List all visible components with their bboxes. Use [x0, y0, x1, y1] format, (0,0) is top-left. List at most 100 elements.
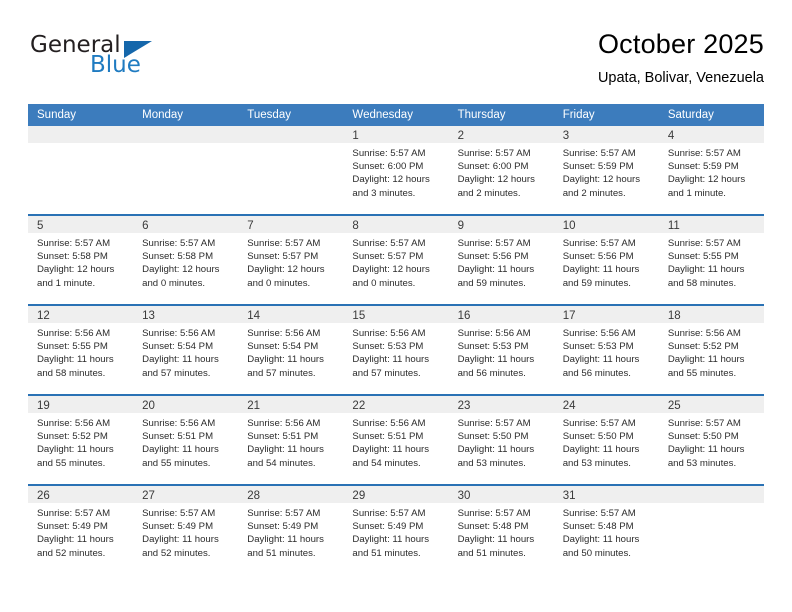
day-details: Sunrise: 5:57 AM Sunset: 5:50 PM Daylight:…	[659, 413, 764, 470]
day-cell-13[interactable]: 13 Sunrise: 5:56 AM Sunset: 5:54 PM Dayligh…	[133, 306, 239, 394]
day-cell-4[interactable]: 4 Sunrise: 5:57 AM Sunset: 5:59 PM Daylight…	[658, 126, 764, 214]
day-cell-28[interactable]: 28 Sunrise: 5:57 AM Sunset: 5:49 PM Dayligh…	[238, 486, 344, 574]
day-number-band: 14	[238, 306, 344, 323]
day-cell-22[interactable]: 22 Sunrise: 5:56 AM Sunset: 5:51 PM Dayligh…	[343, 396, 449, 484]
daylight-text: Daylight: 11 hours	[37, 534, 114, 546]
sunset-text: Sunset: 5:53 PM	[352, 341, 424, 353]
weekday-header-wednesday: Wednesday	[352, 109, 413, 121]
daylight-text: and 51 minutes.	[457, 547, 526, 559]
day-number: 17	[562, 310, 576, 322]
daylight-text: Daylight: 12 hours	[562, 174, 641, 186]
day-number: 8	[352, 220, 359, 232]
day-number-band: 7	[238, 216, 344, 233]
sunset-text: Sunset: 5:49 PM	[142, 521, 214, 533]
day-number: 20	[142, 400, 155, 412]
day-number: 31	[562, 490, 576, 502]
sunset-text: Sunset: 5:53 PM	[562, 341, 634, 353]
day-details: Sunrise: 5:57 AM Sunset: 6:00 PM Daylight:…	[449, 143, 554, 200]
daylight-text: Daylight: 11 hours	[352, 534, 430, 546]
daylight-text: Daylight: 11 hours	[37, 444, 114, 456]
day-cell-26[interactable]: 26 Sunrise: 5:57 AM Sunset: 5:49 PM Dayligh…	[28, 486, 134, 574]
day-number-band: 18	[658, 306, 764, 323]
day-number: 15	[352, 310, 366, 322]
sunrise-text: Sunrise: 5:57 AM	[247, 238, 321, 249]
daylight-text: Daylight: 12 hours	[352, 264, 430, 276]
day-cell-10[interactable]: 10 Sunrise: 5:57 AM Sunset: 5:56 PM Dayligh…	[553, 216, 659, 304]
sunrise-text: Sunrise: 5:57 AM	[667, 418, 741, 429]
day-cell-23[interactable]: 23 Sunrise: 5:57 AM Sunset: 5:50 PM Dayligh…	[448, 396, 554, 484]
day-cell-20[interactable]: 20 Sunrise: 5:56 AM Sunset: 5:51 PM Dayligh…	[133, 396, 239, 484]
daylight-text: and 0 minutes.	[352, 277, 416, 289]
day-number-band	[238, 126, 344, 143]
daylight-text: and 53 minutes.	[457, 457, 526, 469]
day-cell-9[interactable]: 9 Sunrise: 5:57 AM Sunset: 5:56 PM Daylight…	[448, 216, 554, 304]
weekday-header-row: Sunday Monday Tuesday Wednesday Thursday Frid…	[28, 104, 764, 126]
day-details: Sunrise: 5:56 AM Sunset: 5:53 PM Daylight:…	[554, 323, 659, 380]
sunset-text: Sunset: 5:55 PM	[667, 251, 739, 263]
day-cell-25[interactable]: 25 Sunrise: 5:57 AM Sunset: 5:50 PM Dayligh…	[658, 396, 764, 484]
day-cell-12[interactable]: 12 Sunrise: 5:56 AM Sunset: 5:55 PM Dayligh…	[28, 306, 134, 394]
day-cell-7[interactable]: 7 Sunrise: 5:57 AM Sunset: 5:57 PM Daylight…	[238, 216, 344, 304]
sunrise-text: Sunrise: 5:56 AM	[352, 328, 426, 339]
day-cell-29[interactable]: 29 Sunrise: 5:57 AM Sunset: 5:49 PM Dayligh…	[343, 486, 449, 574]
day-number: 5	[37, 220, 44, 232]
day-cell-3[interactable]: 3 Sunrise: 5:57 AM Sunset: 5:59 PM Daylight…	[553, 126, 659, 214]
day-number-band: 28	[238, 486, 344, 503]
day-cell-27[interactable]: 27 Sunrise: 5:57 AM Sunset: 5:49 PM Dayligh…	[133, 486, 239, 574]
sunset-text: Sunset: 5:54 PM	[247, 341, 319, 353]
day-number-band: 9	[448, 216, 554, 233]
calendar-week-row: 12 Sunrise: 5:56 AM Sunset: 5:55 PM Dayligh…	[28, 304, 764, 394]
sunrise-text: Sunrise: 5:56 AM	[247, 328, 321, 339]
daylight-text: and 0 minutes.	[247, 277, 311, 289]
day-cell-18[interactable]: 18 Sunrise: 5:56 AM Sunset: 5:52 PM Dayligh…	[658, 306, 764, 394]
day-details: Sunrise: 5:57 AM Sunset: 5:59 PM Daylight:…	[554, 143, 659, 200]
day-number: 16	[457, 310, 471, 322]
sunset-text: Sunset: 5:55 PM	[37, 341, 108, 353]
weekday-header-friday: Friday	[562, 109, 595, 121]
daylight-text: Daylight: 12 hours	[37, 264, 115, 276]
general-blue-logo[interactable]: General Blue	[30, 32, 210, 88]
calendar-week-row: 26 Sunrise: 5:57 AM Sunset: 5:49 PM Dayligh…	[28, 484, 764, 574]
day-cell-1[interactable]: 1 Sunrise: 5:57 AM Sunset: 6:00 PM Daylight…	[343, 126, 449, 214]
day-details: Sunrise: 5:57 AM Sunset: 5:57 PM Daylight:…	[238, 233, 343, 290]
day-number-band	[658, 486, 764, 503]
day-details: Sunrise: 5:56 AM Sunset: 5:52 PM Daylight:…	[659, 323, 764, 380]
day-details: Sunrise: 5:57 AM Sunset: 5:59 PM Daylight:…	[659, 143, 764, 200]
day-cell-6[interactable]: 6 Sunrise: 5:57 AM Sunset: 5:58 PM Daylight…	[133, 216, 239, 304]
sunrise-text: Sunrise: 5:57 AM	[457, 508, 531, 519]
daylight-text: and 2 minutes.	[562, 187, 626, 199]
sunset-text: Sunset: 5:58 PM	[37, 251, 108, 263]
day-number-band: 10	[553, 216, 659, 233]
weekday-header-thursday: Thursday	[457, 109, 506, 121]
day-cell-8[interactable]: 8 Sunrise: 5:57 AM Sunset: 5:57 PM Daylight…	[343, 216, 449, 304]
day-number: 19	[37, 400, 50, 412]
day-cell-31[interactable]: 31 Sunrise: 5:57 AM Sunset: 5:48 PM Dayligh…	[553, 486, 659, 574]
day-cell-5[interactable]: 5 Sunrise: 5:57 AM Sunset: 5:58 PM Daylight…	[28, 216, 134, 304]
day-cell-21[interactable]: 21 Sunrise: 5:56 AM Sunset: 5:51 PM Dayligh…	[238, 396, 344, 484]
page-header: General Blue October 2025 Upata, Bolivar…	[28, 28, 764, 98]
day-number-band: 19	[28, 396, 134, 413]
day-number: 1	[352, 130, 359, 142]
day-number-band: 29	[343, 486, 449, 503]
sunrise-text: Sunrise: 5:57 AM	[142, 238, 216, 249]
day-cell-19[interactable]: 19 Sunrise: 5:56 AM Sunset: 5:52 PM Dayligh…	[28, 396, 134, 484]
daylight-text: Daylight: 12 hours	[667, 174, 746, 186]
day-details: Sunrise: 5:57 AM Sunset: 5:56 PM Daylight:…	[449, 233, 554, 290]
day-details: Sunrise: 5:57 AM Sunset: 5:48 PM Daylight:…	[449, 503, 554, 560]
day-cell-14[interactable]: 14 Sunrise: 5:56 AM Sunset: 5:54 PM Dayligh…	[238, 306, 344, 394]
day-cell-17[interactable]: 17 Sunrise: 5:56 AM Sunset: 5:53 PM Dayligh…	[553, 306, 659, 394]
day-cell-15[interactable]: 15 Sunrise: 5:56 AM Sunset: 5:53 PM Dayligh…	[343, 306, 449, 394]
calendar-week-row: 1 Sunrise: 5:57 AM Sunset: 6:00 PM Daylight…	[28, 126, 764, 214]
sunrise-text: Sunrise: 5:57 AM	[37, 508, 111, 519]
sunset-text: Sunset: 5:50 PM	[667, 431, 739, 443]
day-details: Sunrise: 5:56 AM Sunset: 5:51 PM Daylight:…	[343, 413, 448, 470]
day-details: Sunrise: 5:56 AM Sunset: 5:54 PM Daylight:…	[238, 323, 343, 380]
day-cell-11[interactable]: 11 Sunrise: 5:57 AM Sunset: 5:55 PM Dayligh…	[658, 216, 764, 304]
day-cell-16[interactable]: 16 Sunrise: 5:56 AM Sunset: 5:53 PM Dayligh…	[448, 306, 554, 394]
sunrise-text: Sunrise: 5:56 AM	[352, 418, 426, 429]
sunrise-text: Sunrise: 5:57 AM	[352, 148, 426, 159]
daylight-text: and 52 minutes.	[37, 547, 106, 559]
day-cell-24[interactable]: 24 Sunrise: 5:57 AM Sunset: 5:50 PM Dayligh…	[553, 396, 659, 484]
day-cell-2[interactable]: 2 Sunrise: 5:57 AM Sunset: 6:00 PM Daylight…	[448, 126, 554, 214]
day-cell-30[interactable]: 30 Sunrise: 5:57 AM Sunset: 5:48 PM Dayligh…	[448, 486, 554, 574]
